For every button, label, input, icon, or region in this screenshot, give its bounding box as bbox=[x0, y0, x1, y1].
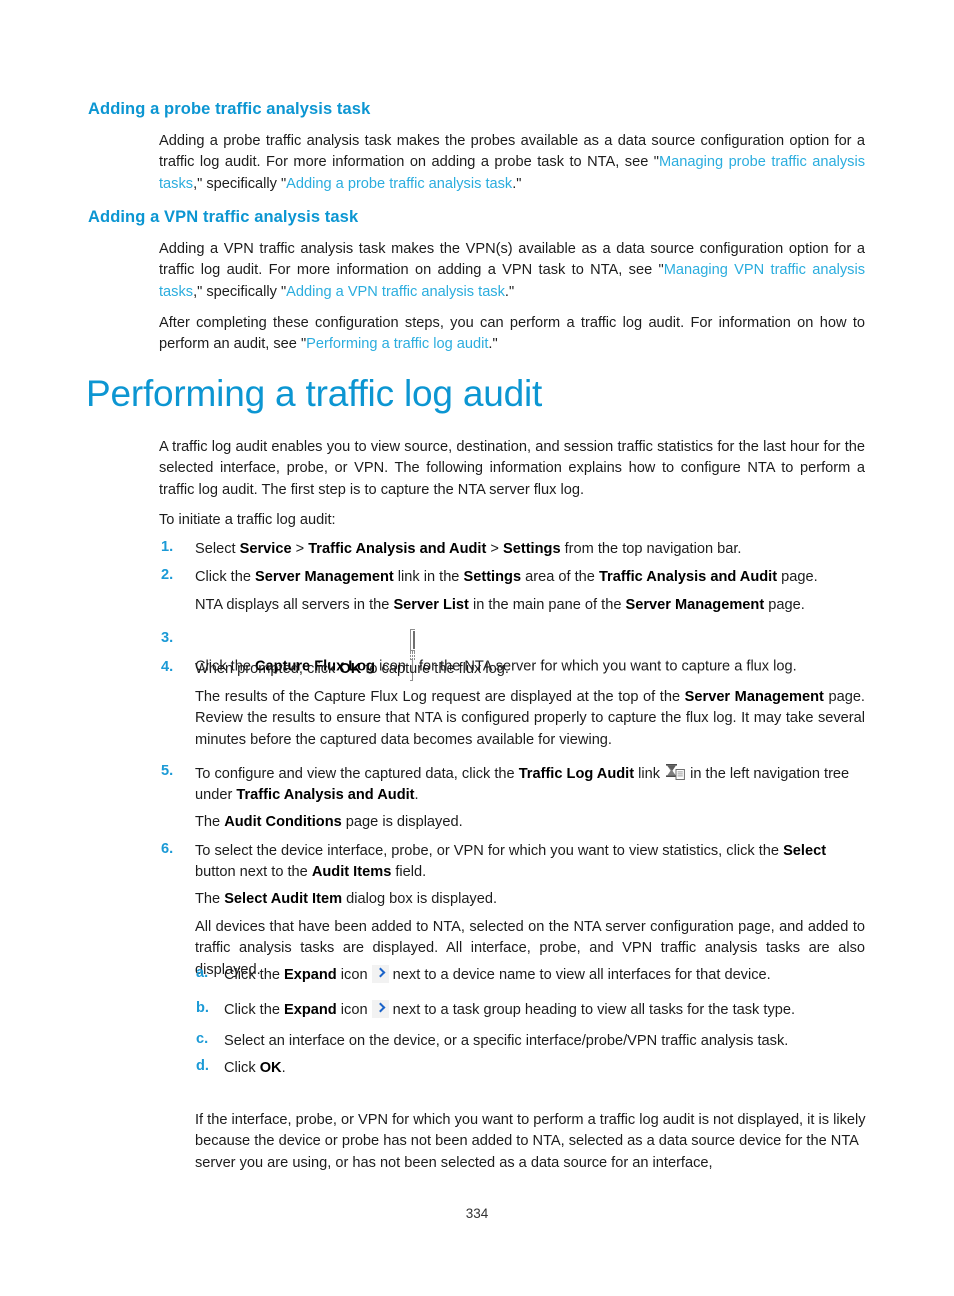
page-number: 334 bbox=[465, 1206, 489, 1221]
substep-d-bold-ok: OK bbox=[259, 1060, 282, 1076]
list-item-substep-b: Click the Expand icon next to a task gro… bbox=[224, 1000, 869, 1021]
step6-text-2: button next to the bbox=[195, 864, 312, 881]
step1-bold-service: Service bbox=[239, 541, 292, 557]
step1-text-2: > bbox=[291, 541, 309, 557]
step2-note-text-3: page. bbox=[764, 597, 805, 613]
link-adding-a-vpn-traffic-analysis-task[interactable]: Adding a VPN traffic analysis task bbox=[286, 284, 505, 300]
heading-adding-probe-traffic-analysis-task: Adding a probe traffic analysis task bbox=[88, 100, 371, 118]
substep-b-bold-expand: Expand bbox=[284, 1002, 337, 1018]
step2-text-3: area of the bbox=[521, 569, 599, 585]
list-item-substep-a: Click the Expand icon next to a device n… bbox=[224, 965, 869, 986]
list-marker-4: 4. bbox=[161, 659, 174, 675]
substep-b-text-1: Click the bbox=[224, 1002, 285, 1018]
substep-b-text-3: next to a task group heading to view all… bbox=[388, 1002, 796, 1018]
list-item-step-1: Select Service > Traffic Analysis and Au… bbox=[195, 539, 867, 560]
step2-note-text-1: NTA displays all servers in the bbox=[195, 597, 394, 613]
substep-d-text-1: Click bbox=[224, 1060, 260, 1076]
list-item-step-2: Click the Server Management link in the … bbox=[195, 567, 867, 588]
list-marker-b: b. bbox=[196, 1000, 209, 1016]
after-para-text-1: After completing these configuration ste… bbox=[159, 315, 865, 353]
hourglass-log-icon bbox=[664, 763, 686, 782]
chevron-right-icon bbox=[371, 1000, 389, 1018]
step6-note1-bold-select-audit-item: Select Audit Item bbox=[224, 891, 343, 907]
list-item-substep-c: Select an interface on the device, or a … bbox=[224, 1033, 789, 1049]
vpn-para-text-2: ," specifically " bbox=[193, 283, 287, 300]
step1-bold-traffic-analysis-and-audit: Traffic Analysis and Audit bbox=[308, 541, 487, 557]
step5-text-1: To configure and view the captured data,… bbox=[195, 766, 519, 782]
list-item-step-4-note: The results of the Capture Flux Log requ… bbox=[195, 687, 865, 751]
list-item-step-4: When prompted, click OK to capture the f… bbox=[195, 659, 867, 680]
chevron-right-icon bbox=[371, 965, 389, 983]
step2-bold-settings: Settings bbox=[463, 569, 522, 585]
probe-para-text-2: ," specifically " bbox=[193, 175, 287, 192]
list-marker-5: 5. bbox=[161, 763, 174, 779]
paragraph-after-completing: After completing these configuration ste… bbox=[159, 313, 865, 356]
step2-note-bold-server-list: Server List bbox=[393, 597, 469, 613]
substep-a-text-1: Click the bbox=[224, 967, 285, 983]
substep-a-text-3: next to a device name to view all interf… bbox=[388, 967, 771, 983]
substep-a-bold-expand: Expand bbox=[284, 967, 337, 983]
step5-bold-traffic-analysis-and-audit: Traffic Analysis and Audit bbox=[236, 787, 415, 804]
step5-note-text-1: The bbox=[195, 814, 225, 830]
list-marker-c: c. bbox=[196, 1031, 209, 1047]
step1-text-1: Select bbox=[195, 541, 240, 557]
step6-bold-select: Select bbox=[783, 843, 827, 859]
list-item-step-5: To configure and view the captured data,… bbox=[195, 763, 867, 807]
list-item-step-6: To select the device interface, probe, o… bbox=[195, 841, 867, 884]
list-marker-2: 2. bbox=[161, 567, 174, 583]
probe-para-text-3: ." bbox=[512, 175, 522, 192]
paragraph-vpn-description: Adding a VPN traffic analysis task makes… bbox=[159, 239, 865, 303]
step5-note-text-2: page is displayed. bbox=[341, 814, 463, 830]
step2-note-text-2: in the main pane of the bbox=[468, 597, 626, 613]
list-marker-a: a. bbox=[196, 965, 209, 981]
heading-adding-vpn-traffic-analysis-task: Adding a VPN traffic analysis task bbox=[88, 208, 359, 226]
step1-text-4: from the top navigation bar. bbox=[560, 541, 742, 557]
step5-bold-traffic-log-audit: Traffic Log Audit bbox=[518, 766, 635, 782]
step5-text-2: link bbox=[634, 766, 665, 782]
substep-b-text-2: icon bbox=[336, 1002, 372, 1018]
list-item-step-5-note: The Audit Conditions page is displayed. bbox=[195, 812, 867, 833]
list-item-substep-d: Click OK. bbox=[224, 1058, 869, 1079]
link-performing-a-traffic-log-audit[interactable]: Performing a traffic log audit bbox=[306, 336, 488, 352]
step4-note-text-1: The results of the Capture Flux Log requ… bbox=[195, 689, 685, 705]
list-marker-1: 1. bbox=[161, 539, 174, 555]
list-item-step-6-note-1: The Select Audit Item dialog box is disp… bbox=[195, 889, 867, 910]
substep-d-text-2: . bbox=[281, 1060, 286, 1076]
step2-note-bold-server-management: Server Management bbox=[625, 597, 765, 613]
step4-note-bold-server-management: Server Management bbox=[684, 689, 824, 705]
link-adding-a-probe-traffic-analysis-task[interactable]: Adding a probe traffic analysis task bbox=[286, 176, 512, 192]
step6-note1-text-2: dialog box is displayed. bbox=[342, 891, 498, 907]
paragraph-to-initiate: To initiate a traffic log audit: bbox=[159, 512, 336, 528]
step6-bold-audit-items: Audit Items bbox=[311, 864, 392, 881]
list-marker-6: 6. bbox=[161, 841, 174, 857]
step2-bold-server-management: Server Management bbox=[255, 569, 394, 585]
step2-text-4: page. bbox=[777, 569, 818, 585]
list-marker-3: 3. bbox=[161, 630, 174, 646]
step2-text-1: Click the bbox=[195, 569, 256, 585]
paragraph-audit-intro: A traffic log audit enables you to view … bbox=[159, 439, 865, 498]
step4-text-1: When prompted, click bbox=[195, 661, 340, 677]
step2-bold-traffic-analysis-and-audit: Traffic Analysis and Audit bbox=[598, 569, 778, 585]
page-title-performing-a-traffic-log-audit: Performing a traffic log audit bbox=[86, 373, 543, 414]
list-item-step-2-note: NTA displays all servers in the Server L… bbox=[195, 595, 867, 616]
paragraph-probe-description: Adding a probe traffic analysis task mak… bbox=[159, 131, 865, 195]
step5-text-4: . bbox=[414, 787, 419, 804]
substep-a-text-2: icon bbox=[336, 967, 372, 983]
step6-text-3: field. bbox=[391, 864, 427, 881]
document-page: Adding a probe traffic analysis task Add… bbox=[0, 0, 954, 1296]
step4-bold-ok: OK bbox=[339, 661, 362, 677]
list-marker-d: d. bbox=[196, 1058, 209, 1074]
vpn-para-text-3: ." bbox=[504, 283, 515, 300]
step6-text-1: To select the device interface, probe, o… bbox=[195, 843, 784, 859]
paragraph-closing: If the interface, probe, or VPN for whic… bbox=[195, 1112, 866, 1171]
step4-text-2: to capture the flux log. bbox=[361, 661, 509, 677]
step6-note1-text-1: The bbox=[195, 891, 225, 907]
after-para-text-2: ." bbox=[488, 336, 498, 353]
step5-note-bold-audit-conditions: Audit Conditions bbox=[224, 814, 342, 830]
step1-bold-settings: Settings bbox=[502, 541, 561, 557]
step2-text-2: link in the bbox=[393, 569, 464, 585]
step1-text-3: > bbox=[486, 541, 503, 557]
